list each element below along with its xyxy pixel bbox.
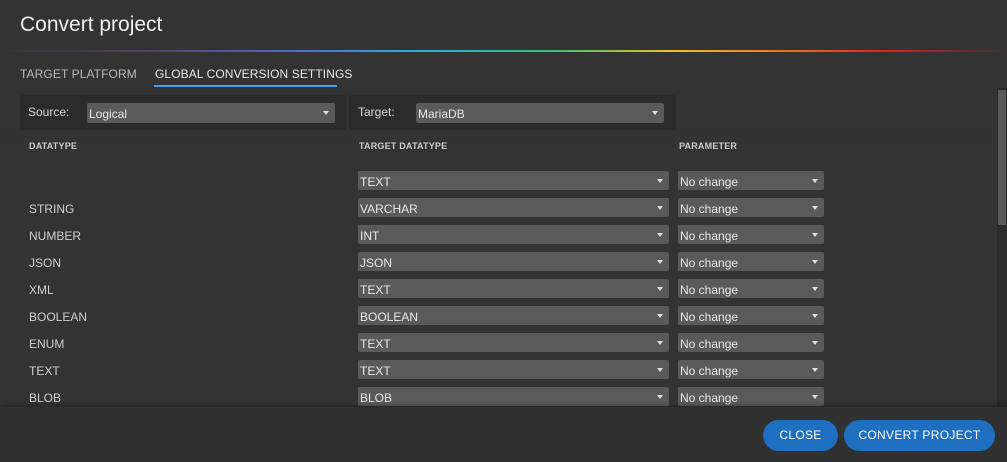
- parameter-value: No change: [680, 391, 739, 405]
- chevron-down-icon: [812, 287, 818, 291]
- target-datatype-select[interactable]: TEXT: [358, 360, 669, 379]
- target-datatype-value: TEXT: [360, 283, 391, 297]
- target-datatype-select[interactable]: INT: [358, 225, 669, 244]
- chevron-down-icon: [657, 341, 663, 345]
- target-datatype-value: BLOB: [360, 391, 393, 405]
- dialog-footer: CLOSE CONVERT PROJECT: [0, 407, 1007, 462]
- datatype-cell: TEXT: [29, 364, 60, 378]
- datatype-cell: STRING: [29, 202, 75, 216]
- parameter-value: No change: [680, 229, 739, 243]
- datatype-cell: XML: [29, 283, 54, 297]
- source-label: Source:: [28, 105, 70, 119]
- scrollbar-thumb[interactable]: [998, 90, 1006, 225]
- source-select[interactable]: Logical: [87, 103, 335, 123]
- parameter-select[interactable]: No change: [678, 279, 824, 298]
- target-datatype-select[interactable]: TEXT: [358, 333, 669, 352]
- target-label: Target:: [358, 105, 395, 119]
- parameter-value: No change: [680, 283, 739, 297]
- table-row: TEXT No change: [0, 171, 997, 198]
- chevron-down-icon: [812, 395, 818, 399]
- parameter-select[interactable]: No change: [678, 387, 824, 406]
- chevron-down-icon: [657, 179, 663, 183]
- chevron-down-icon: [657, 314, 663, 318]
- source-select-value: Logical: [89, 107, 128, 121]
- datatype-cell: NUMBER: [29, 229, 82, 243]
- parameter-value: No change: [680, 175, 739, 189]
- chevron-down-icon: [657, 395, 663, 399]
- table-row: XML TEXT No change: [0, 279, 997, 306]
- datatype-cell: JSON: [29, 256, 62, 270]
- chevron-down-icon: [812, 341, 818, 345]
- chevron-down-icon: [812, 206, 818, 210]
- dialog-header: Convert project: [0, 0, 1007, 51]
- target-selector-panel: Target: MariaDB: [349, 95, 676, 130]
- parameter-value: No change: [680, 337, 739, 351]
- parameter-select[interactable]: No change: [678, 171, 824, 190]
- tab-target-platform[interactable]: TARGET PLATFORM: [20, 67, 137, 81]
- parameter-select[interactable]: No change: [678, 225, 824, 244]
- source-selector-panel: Source: Logical: [20, 95, 346, 130]
- tab-global-conversion-settings[interactable]: GLOBAL CONVERSION SETTINGS: [155, 67, 353, 81]
- chevron-down-icon: [812, 233, 818, 237]
- parameter-value: No change: [680, 202, 739, 216]
- target-datatype-value: TEXT: [360, 337, 391, 351]
- dialog-title: Convert project: [20, 13, 163, 36]
- datatype-cell: BLOB: [29, 391, 62, 405]
- parameter-value: No change: [680, 310, 739, 324]
- datatype-cell: BOOLEAN: [29, 310, 88, 324]
- chevron-down-icon: [812, 368, 818, 372]
- vertical-scrollbar[interactable]: [997, 88, 1007, 407]
- parameter-select[interactable]: No change: [678, 333, 824, 352]
- chevron-down-icon: [812, 260, 818, 264]
- column-header-parameter: PARAMETER: [679, 141, 738, 151]
- chevron-down-icon: [657, 206, 663, 210]
- convert-project-button[interactable]: CONVERT PROJECT: [844, 420, 995, 451]
- target-datatype-select[interactable]: BOOLEAN: [358, 306, 669, 325]
- conversion-table: TEXT No change STRING VARCHAR No change …: [0, 157, 997, 407]
- chevron-down-icon: [652, 111, 658, 115]
- chevron-down-icon: [323, 111, 329, 115]
- active-tab-indicator: [154, 85, 337, 87]
- chevron-down-icon: [657, 233, 663, 237]
- column-header-datatype: DATATYPE: [29, 141, 78, 151]
- target-datatype-select[interactable]: JSON: [358, 252, 669, 271]
- table-row: STRING VARCHAR No change: [0, 198, 997, 225]
- table-row: BLOB BLOB No change: [0, 387, 997, 407]
- target-datatype-value: JSON: [360, 256, 393, 270]
- table-row: NUMBER INT No change: [0, 225, 997, 252]
- target-datatype-value: BOOLEAN: [360, 310, 419, 324]
- datatype-cell: ENUM: [29, 337, 65, 351]
- parameter-select[interactable]: No change: [678, 306, 824, 325]
- parameter-select[interactable]: No change: [678, 252, 824, 271]
- target-datatype-select[interactable]: TEXT: [358, 171, 669, 190]
- close-button[interactable]: CLOSE: [763, 420, 838, 451]
- convert-project-dialog: Convert project TARGET PLATFORM GLOBAL C…: [0, 0, 1007, 462]
- parameter-value: No change: [680, 364, 739, 378]
- chevron-down-icon: [812, 179, 818, 183]
- target-datatype-select[interactable]: BLOB: [358, 387, 669, 406]
- table-row: BOOLEAN BOOLEAN No change: [0, 306, 997, 333]
- chevron-down-icon: [657, 368, 663, 372]
- column-header-target-datatype: TARGET DATATYPE: [359, 141, 448, 151]
- target-datatype-value: TEXT: [360, 175, 391, 189]
- target-datatype-value: INT: [360, 229, 380, 243]
- parameter-value: No change: [680, 256, 739, 270]
- target-datatype-value: VARCHAR: [360, 202, 418, 216]
- table-row: JSON JSON No change: [0, 252, 997, 279]
- chevron-down-icon: [812, 314, 818, 318]
- table-row: ENUM TEXT No change: [0, 333, 997, 360]
- parameter-select[interactable]: No change: [678, 198, 824, 217]
- table-row: TEXT TEXT No change: [0, 360, 997, 387]
- target-datatype-select[interactable]: TEXT: [358, 279, 669, 298]
- target-select-value: MariaDB: [418, 107, 465, 121]
- chevron-down-icon: [657, 260, 663, 264]
- target-datatype-select[interactable]: VARCHAR: [358, 198, 669, 217]
- tab-bar: TARGET PLATFORM GLOBAL CONVERSION SETTIN…: [0, 52, 1007, 88]
- parameter-select[interactable]: No change: [678, 360, 824, 379]
- chevron-down-icon: [657, 287, 663, 291]
- target-datatype-value: TEXT: [360, 364, 391, 378]
- table-header-row: DATATYPE TARGET DATATYPE PARAMETER: [0, 137, 997, 157]
- target-select[interactable]: MariaDB: [416, 103, 664, 123]
